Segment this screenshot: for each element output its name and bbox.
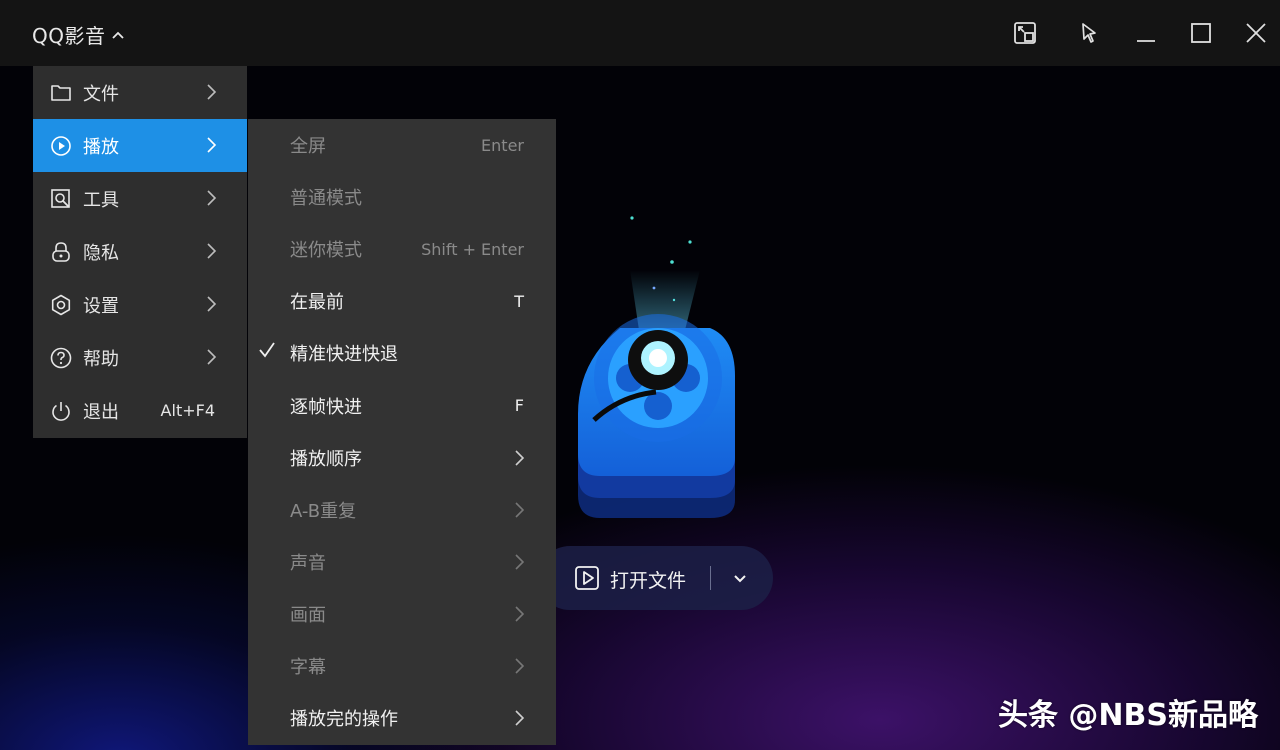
chevron-right-icon xyxy=(207,84,217,100)
maximize-button[interactable] xyxy=(1185,17,1217,49)
menu-item-help[interactable]: 帮助 xyxy=(33,331,247,384)
submenu-item-video[interactable]: 画面 xyxy=(248,588,556,640)
chevron-right-icon xyxy=(515,658,524,674)
menu-item-label: 退出 xyxy=(83,401,119,423)
submenu-item-fullscreen[interactable]: 全屏 Enter xyxy=(248,119,556,171)
chevron-right-icon xyxy=(515,449,524,466)
menu-item-shortcut: Alt+F4 xyxy=(160,401,215,420)
submenu-item-label: A-B重复 xyxy=(290,500,357,522)
menu-item-exit[interactable]: 退出 Alt+F4 xyxy=(33,384,247,437)
menu-item-label: 隐私 xyxy=(83,242,119,264)
pip-button[interactable] xyxy=(1009,17,1041,49)
maximize-icon xyxy=(1191,23,1211,43)
minimize-button[interactable] xyxy=(1130,17,1162,49)
open-file-divider xyxy=(710,566,711,590)
pin-button[interactable] xyxy=(1071,17,1103,49)
submenu-item-shortcut: Shift + Enter xyxy=(421,239,524,259)
submenu-item-shortcut: F xyxy=(514,396,524,416)
menu-item-file[interactable]: 文件 xyxy=(33,66,247,119)
open-file-button[interactable]: 打开文件 xyxy=(610,566,686,593)
chevron-right-icon xyxy=(207,296,217,312)
chevron-right-icon xyxy=(515,606,524,622)
watermark: 头条 @NBS新品略 xyxy=(997,698,1258,733)
qq-player-logo xyxy=(578,216,735,518)
menu-item-label: 帮助 xyxy=(83,348,119,370)
submenu-item-label: 字幕 xyxy=(290,656,326,678)
menu-item-tools[interactable]: 工具 xyxy=(33,172,247,225)
play-submenu: 全屏 Enter 普通模式 迷你模式 Shift + Enter 在最前 T 精… xyxy=(248,119,556,745)
minimize-icon xyxy=(1137,40,1155,42)
chevron-right-icon xyxy=(207,349,217,365)
submenu-item-frame-step[interactable]: 逐帧快进 F xyxy=(248,379,556,431)
submenu-item-label: 精准快进快退 xyxy=(290,344,398,366)
chevron-up-icon xyxy=(112,31,125,39)
submenu-item-audio[interactable]: 声音 xyxy=(248,536,556,588)
close-icon xyxy=(1246,23,1266,43)
folder-icon xyxy=(50,82,72,104)
menu-item-label: 播放 xyxy=(83,136,119,158)
tools-icon xyxy=(50,188,72,210)
submenu-item-play-order[interactable]: 播放顺序 xyxy=(248,432,556,484)
submenu-item-after-playback[interactable]: 播放完的操作 xyxy=(248,692,556,744)
submenu-item-shortcut: Enter xyxy=(481,135,524,155)
submenu-item-label: 普通模式 xyxy=(290,188,362,210)
close-button[interactable] xyxy=(1240,17,1272,49)
app-menu-button[interactable]: QQ影音 xyxy=(32,20,125,49)
chevron-right-icon xyxy=(207,190,217,206)
submenu-item-label: 播放完的操作 xyxy=(290,709,398,731)
submenu-item-always-on-top[interactable]: 在最前 T xyxy=(248,275,556,327)
checkmark-icon xyxy=(259,342,275,358)
play-file-icon[interactable] xyxy=(574,565,600,591)
submenu-item-label: 声音 xyxy=(290,552,326,574)
title-bar: QQ影音 xyxy=(0,0,1280,66)
chevron-right-icon xyxy=(515,710,524,726)
menu-item-label: 设置 xyxy=(83,295,119,317)
menu-item-label: 工具 xyxy=(83,189,119,211)
submenu-item-label: 画面 xyxy=(290,604,326,626)
pip-icon xyxy=(1014,22,1036,44)
app-title: QQ影音 xyxy=(32,24,106,48)
submenu-item-ab-repeat[interactable]: A-B重复 xyxy=(248,484,556,536)
main-menu: 文件 播放 工具 隐私 设置 帮助 退出 Alt+F4 xyxy=(33,66,247,438)
submenu-item-subtitles[interactable]: 字幕 xyxy=(248,640,556,692)
submenu-item-label: 全屏 xyxy=(290,136,326,158)
pin-icon xyxy=(1082,23,1096,43)
chevron-right-icon xyxy=(207,137,217,153)
lock-icon xyxy=(50,241,72,263)
chevron-right-icon xyxy=(207,243,217,259)
submenu-item-label: 播放顺序 xyxy=(290,448,362,470)
submenu-item-mini-mode[interactable]: 迷你模式 Shift + Enter xyxy=(248,223,556,275)
submenu-item-label: 逐帧快进 xyxy=(290,396,362,418)
chevron-right-icon xyxy=(515,554,524,570)
gear-icon xyxy=(50,294,72,316)
menu-item-play[interactable]: 播放 xyxy=(33,119,247,172)
play-circle-icon xyxy=(50,135,72,157)
help-icon xyxy=(50,347,72,369)
power-icon xyxy=(50,400,72,422)
menu-item-label: 文件 xyxy=(83,83,119,105)
submenu-item-precise-seek[interactable]: 精准快进快退 xyxy=(248,327,556,379)
chevron-down-icon[interactable] xyxy=(731,570,749,588)
chevron-right-icon xyxy=(515,502,524,518)
submenu-item-label: 在最前 xyxy=(290,292,344,314)
menu-item-settings[interactable]: 设置 xyxy=(33,278,247,331)
menu-item-privacy[interactable]: 隐私 xyxy=(33,225,247,278)
submenu-item-normal-mode[interactable]: 普通模式 xyxy=(248,171,556,223)
submenu-item-shortcut: T xyxy=(514,291,524,311)
submenu-item-label: 迷你模式 xyxy=(290,240,362,262)
